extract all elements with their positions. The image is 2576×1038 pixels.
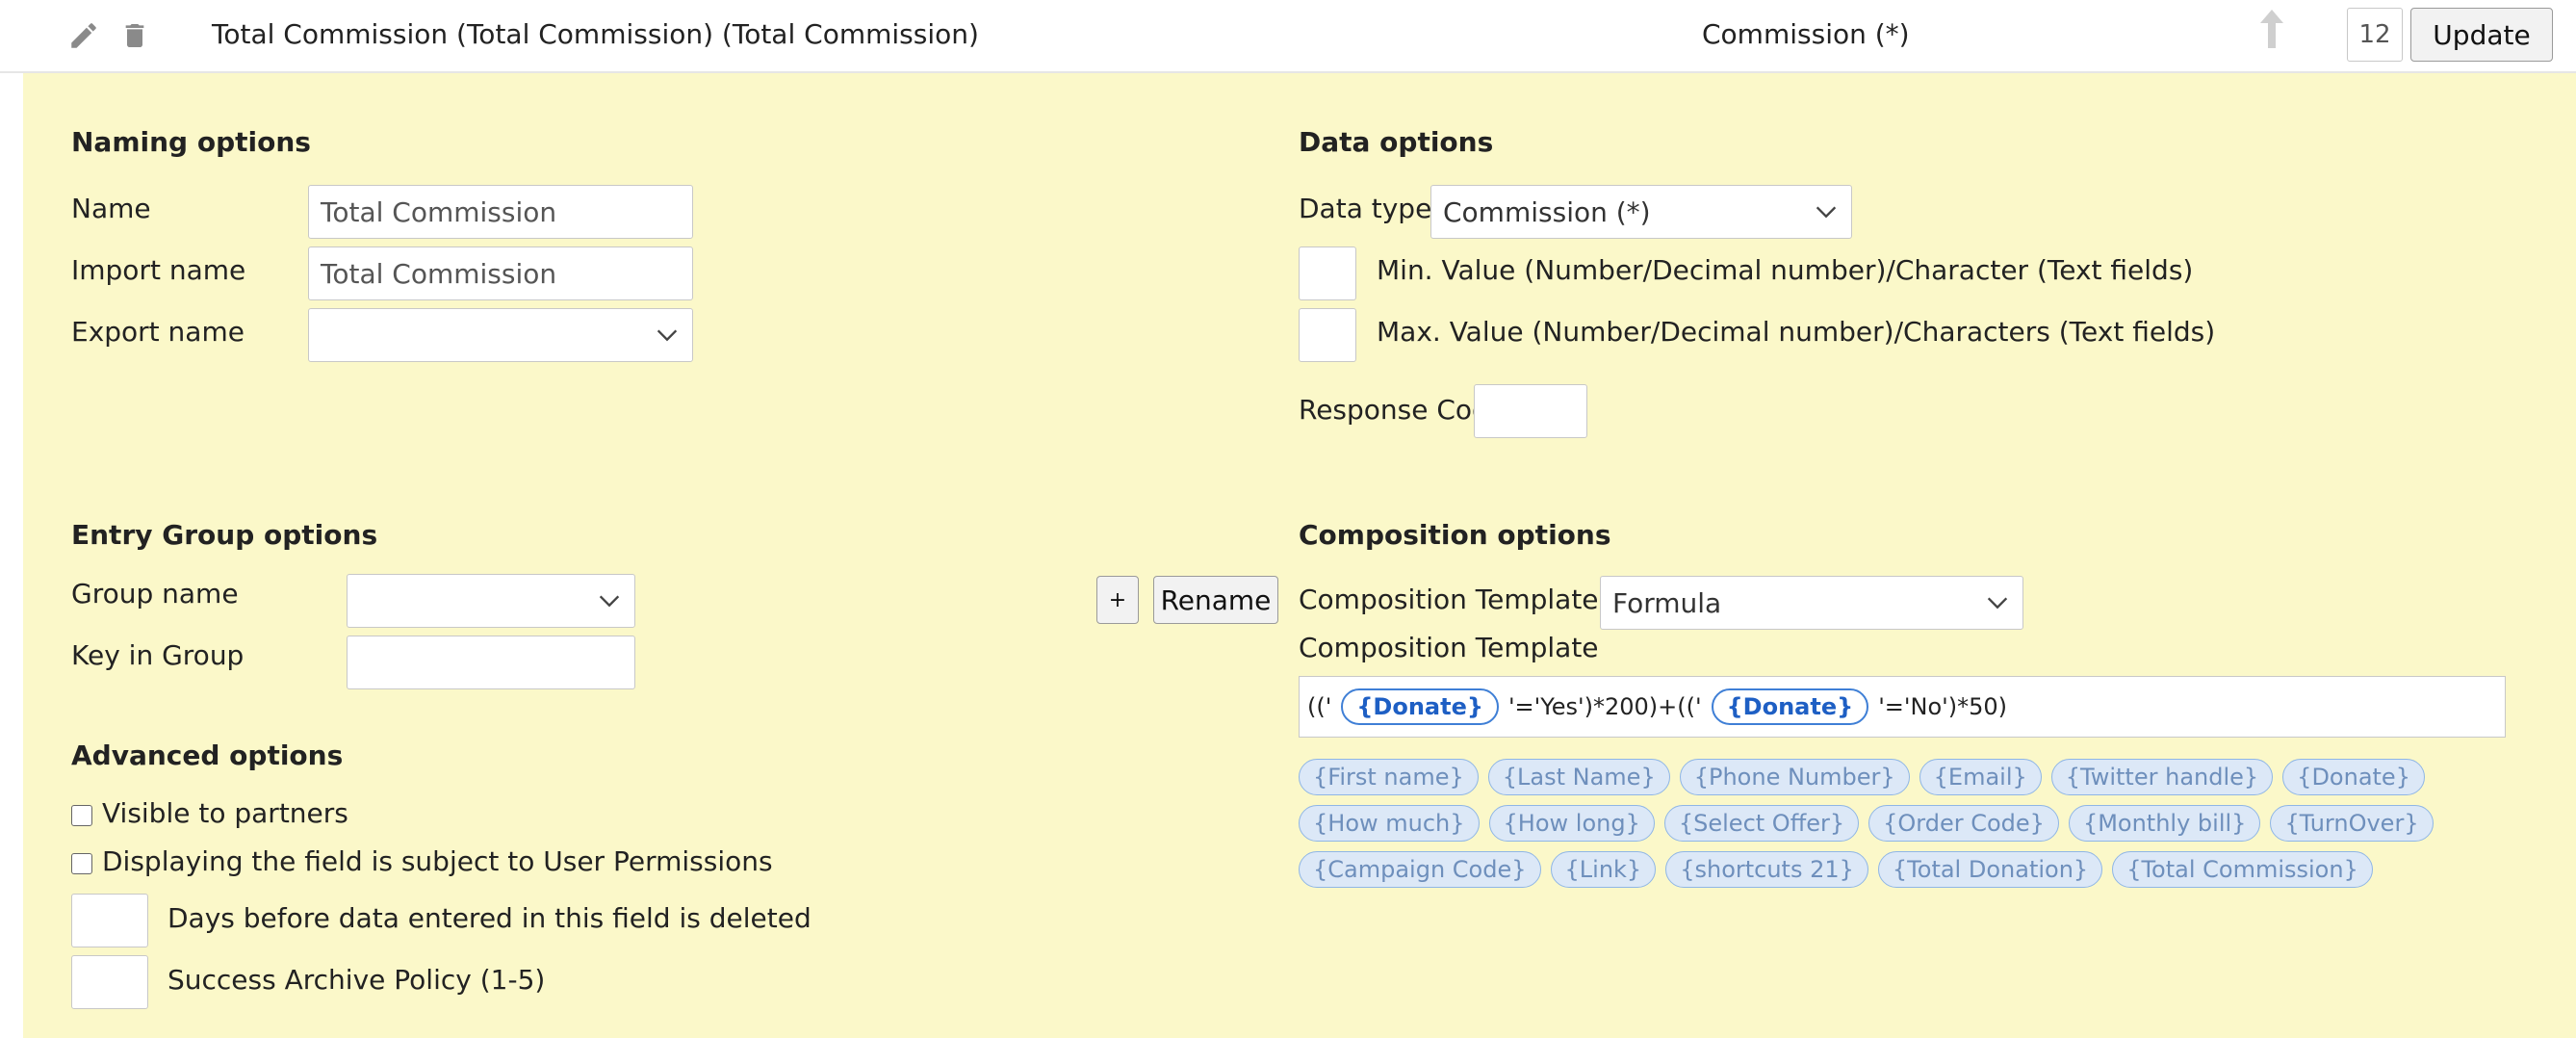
placeholder-chip[interactable]: {Monthly bill}: [2068, 805, 2261, 842]
placeholder-chip[interactable]: {Link}: [1550, 851, 1657, 888]
visible-to-partners-checkbox[interactable]: [71, 805, 92, 826]
trash-icon[interactable]: [119, 19, 150, 52]
arrow-up-icon[interactable]: [2253, 6, 2291, 52]
key-in-group-input[interactable]: [347, 636, 635, 689]
update-button[interactable]: Update: [2410, 8, 2553, 62]
min-value-label: Min. Value (Number/Decimal number)/Chara…: [1377, 254, 2194, 286]
placeholder-chip[interactable]: {TurnOver}: [2270, 805, 2434, 842]
archive-policy-label: Success Archive Policy (1-5): [167, 964, 546, 996]
chevron-down-icon: [657, 329, 678, 342]
placeholder-chip[interactable]: {Twitter handle}: [2050, 759, 2274, 795]
placeholder-chip[interactable]: {Phone Number}: [1679, 759, 1910, 795]
placeholder-chip[interactable]: {Email}: [1919, 759, 2042, 795]
add-group-button[interactable]: +: [1096, 576, 1139, 624]
placeholder-chip[interactable]: {Last Name}: [1487, 759, 1670, 795]
composition-template-editor[interactable]: ((' {Donate} '='Yes')*200)+((' {Donate} …: [1299, 676, 2506, 738]
placeholder-chip[interactable]: {Total Commission}: [2112, 851, 2373, 888]
archive-policy-input[interactable]: [71, 955, 148, 1009]
field-placeholder-chips: {First name} {Last Name} {Phone Number} …: [1299, 759, 2550, 888]
rename-group-label: Rename: [1160, 584, 1272, 616]
export-name-label: Export name: [71, 316, 245, 348]
order-value: 12: [2358, 20, 2391, 49]
name-input-value: Total Commission: [321, 195, 557, 228]
chevron-down-icon: [599, 595, 620, 608]
placeholder-chip[interactable]: {How much}: [1299, 805, 1480, 842]
user-permissions-checkbox[interactable]: [71, 853, 92, 874]
formula-token[interactable]: {Donate}: [1711, 688, 1869, 725]
formula-text: '='No')*50): [1878, 693, 2008, 720]
days-before-delete-label: Days before data entered in this field i…: [167, 902, 811, 934]
chevron-down-icon: [1816, 206, 1837, 219]
name-input[interactable]: Total Commission: [308, 185, 693, 239]
import-name-value: Total Commission: [321, 257, 557, 290]
update-button-label: Update: [2433, 18, 2531, 51]
field-type-label: Commission (*): [1702, 18, 1910, 50]
composition-template-label: Composition Template: [1299, 632, 1599, 663]
user-permissions-label: Displaying the field is subject to User …: [102, 845, 773, 877]
naming-options-heading: Naming options: [71, 126, 311, 158]
template-type-value: Formula: [1612, 586, 1722, 619]
placeholder-chip[interactable]: {How long}: [1488, 805, 1655, 842]
placeholder-chip[interactable]: {Donate}: [2282, 759, 2425, 795]
data-options-heading: Data options: [1299, 126, 1494, 158]
chevron-down-icon: [1987, 597, 2008, 610]
add-group-label: +: [1108, 587, 1127, 612]
import-name-label: Import name: [71, 254, 246, 286]
pencil-icon[interactable]: [67, 19, 100, 52]
export-name-select[interactable]: [308, 308, 693, 362]
placeholder-chip[interactable]: {shortcuts 21}: [1665, 851, 1868, 888]
field-title: Total Commission (Total Commission) (Tot…: [212, 18, 979, 50]
placeholder-chip[interactable]: {First name}: [1299, 759, 1479, 795]
response-code-input[interactable]: [1474, 384, 1587, 438]
formula-text: '='Yes')*200)+((': [1507, 693, 1702, 720]
formula-token[interactable]: {Donate}: [1341, 688, 1499, 725]
data-type-value: Commission (*): [1443, 195, 1651, 228]
visible-to-partners-label: Visible to partners: [102, 797, 348, 829]
order-input[interactable]: 12: [2347, 8, 2403, 62]
entry-group-heading: Entry Group options: [71, 519, 378, 551]
placeholder-chip[interactable]: {Order Code}: [1868, 805, 2059, 842]
days-before-delete-input[interactable]: [71, 894, 148, 947]
placeholder-chip[interactable]: {Select Offer}: [1663, 805, 1860, 842]
max-value-label: Max. Value (Number/Decimal number)/Chara…: [1377, 316, 2216, 348]
import-name-input[interactable]: Total Commission: [308, 247, 693, 300]
key-in-group-label: Key in Group: [71, 639, 245, 671]
group-name-label: Group name: [71, 578, 239, 610]
max-value-input[interactable]: [1299, 308, 1356, 362]
data-type-select[interactable]: Commission (*): [1430, 185, 1852, 239]
min-value-input[interactable]: [1299, 247, 1356, 300]
rename-group-button[interactable]: Rename: [1153, 576, 1278, 624]
group-name-select[interactable]: [347, 574, 635, 628]
name-label: Name: [71, 193, 151, 224]
placeholder-chip[interactable]: {Campaign Code}: [1299, 851, 1541, 888]
advanced-options-heading: Advanced options: [71, 740, 344, 771]
template-type-select[interactable]: Formula: [1600, 576, 2023, 630]
placeholder-chip[interactable]: {Total Donation}: [1877, 851, 2103, 888]
data-type-label: Data type: [1299, 193, 1432, 224]
formula-text: ((': [1307, 693, 1332, 720]
composition-options-heading: Composition options: [1299, 519, 1611, 551]
